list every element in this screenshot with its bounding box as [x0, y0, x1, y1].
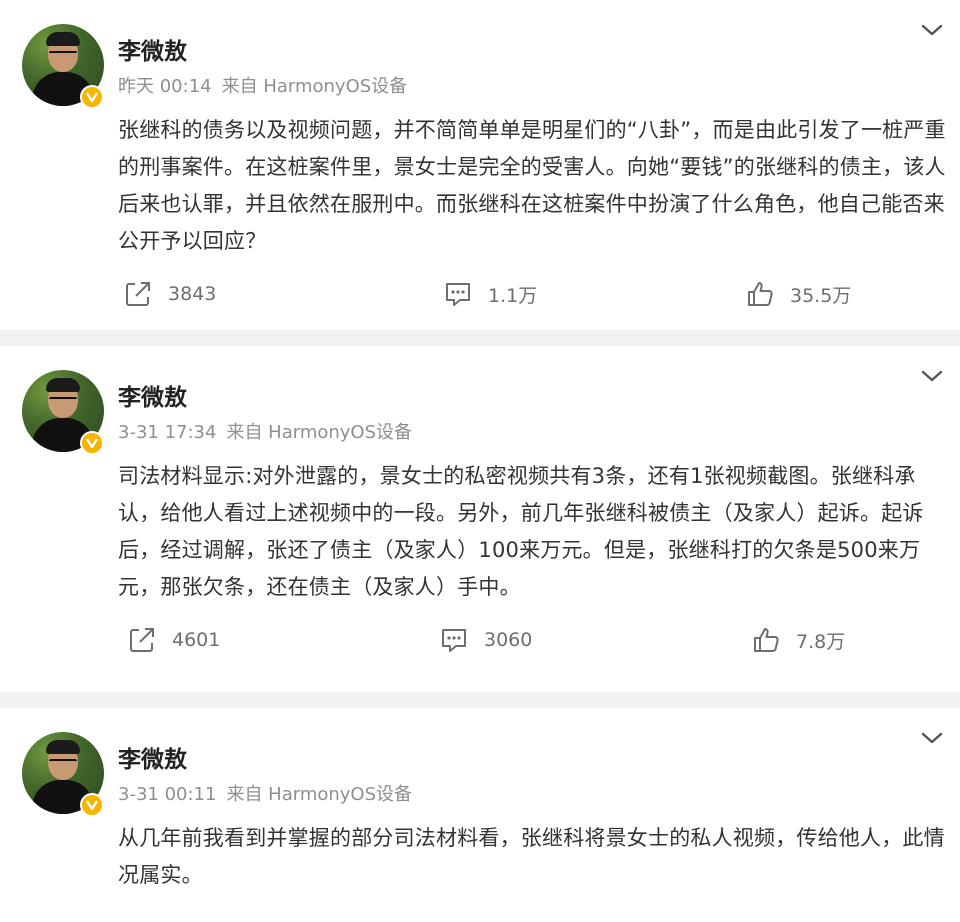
author-name[interactable]: 李微敖 [118, 32, 187, 66]
post-meta: 昨天 00:14 来自 HarmonyOS设备 [118, 72, 417, 98]
like-count: 35.5万 [790, 284, 852, 307]
post-content: 从几年前我看到并掌握的部分司法材料看，张继科将景女士的私人视频，传给他人，此情况… [118, 826, 945, 887]
post-separator [0, 330, 960, 346]
post-time: 3-31 00:11 [118, 784, 217, 805]
verified-badge-icon [80, 85, 104, 109]
author-name[interactable]: 李微敖 [118, 740, 187, 774]
chevron-down-icon[interactable] [920, 22, 944, 38]
repost-button[interactable]: 4601 [128, 626, 220, 654]
repost-count: 4601 [172, 629, 221, 651]
post-actions: 3843 1.1万 35.5万 [0, 280, 960, 320]
like-icon [754, 628, 779, 652]
comment-icon [442, 629, 466, 652]
chevron-down-icon[interactable] [920, 730, 944, 746]
verified-badge-icon [80, 793, 104, 817]
comment-count: 3060 [484, 629, 533, 651]
repost-count: 3843 [168, 283, 217, 305]
repost-button[interactable]: 3843 [124, 280, 216, 308]
like-count: 7.8万 [796, 630, 846, 653]
post-separator [0, 692, 960, 708]
post-card: 李微敖 3-31 17:34 来自 HarmonyOS设备 司法材料显示:对外泄露… [0, 346, 960, 692]
post-card: 李微敖 3-31 00:11 来自 HarmonyOS设备 从几年前我看到并掌握的… [0, 708, 960, 922]
post-time: 3-31 17:34 [118, 422, 217, 443]
post-meta: 3-31 17:34 来自 HarmonyOS设备 [118, 418, 422, 444]
like-button[interactable]: 7.8万 [752, 626, 845, 654]
like-icon [748, 282, 773, 306]
post-source: 来自 HarmonyOS设备 [226, 784, 413, 805]
comment-count: 1.1万 [488, 284, 538, 307]
post-actions: 4601 3060 7.8万 [0, 626, 960, 666]
post-source: 来自 HarmonyOS设备 [226, 422, 413, 443]
comment-icon [446, 283, 470, 306]
post-time: 昨天 00:14 [118, 76, 212, 97]
post-content: 张继科的债务以及视频问题，并不简简单单是明星们的“八卦”，而是由此引发了一桩严重… [118, 118, 946, 253]
like-button[interactable]: 35.5万 [746, 280, 851, 308]
post-content: 司法材料显示:对外泄露的，景女士的私密视频共有3条，还有1张视频截图。张继科承认… [118, 464, 924, 599]
comment-button[interactable]: 3060 [440, 626, 532, 654]
chevron-down-icon[interactable] [920, 368, 944, 384]
comment-button[interactable]: 1.1万 [444, 280, 537, 308]
author-name[interactable]: 李微敖 [118, 378, 187, 412]
post-meta: 3-31 00:11 来自 HarmonyOS设备 [118, 780, 422, 806]
repost-icon [130, 628, 154, 652]
post-card: 李微敖 昨天 00:14 来自 HarmonyOS设备 张继科的债务以及视频问题，… [0, 0, 960, 330]
verified-badge-icon [80, 431, 104, 455]
post-source: 来自 HarmonyOS设备 [221, 76, 408, 97]
repost-icon [126, 282, 150, 306]
